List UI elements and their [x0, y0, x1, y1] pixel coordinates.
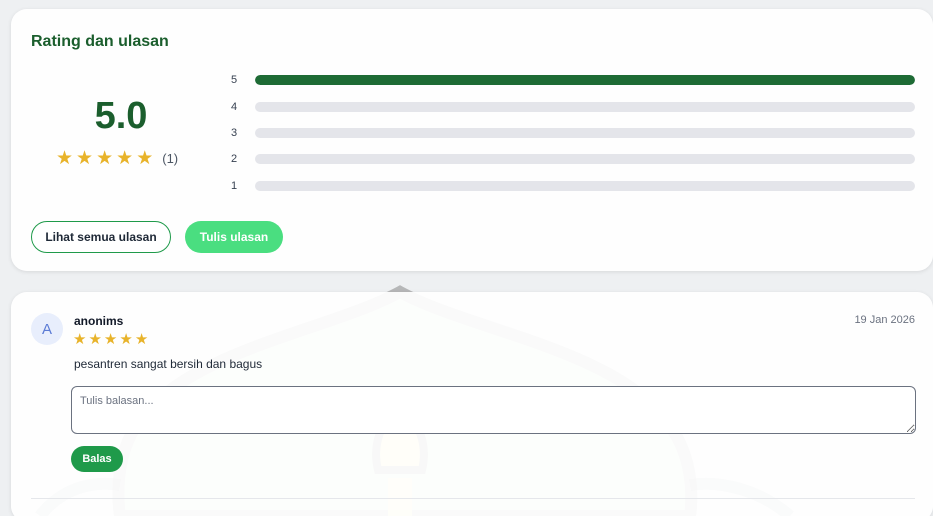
star-icon: ★ — [56, 148, 74, 169]
average-stars: ★ ★ ★ ★ ★ (1) — [56, 149, 178, 168]
distribution-bar — [255, 128, 915, 138]
distribution-label: 2 — [231, 153, 238, 165]
review-text: pesantren sangat bersih dan bagus — [74, 357, 263, 371]
distribution-label: 4 — [231, 101, 238, 113]
distribution-bar — [255, 181, 915, 191]
review-date: 19 Jan 2026 — [854, 314, 915, 326]
distribution-row-1: 1 — [231, 179, 915, 193]
star-icon: ★ — [76, 148, 94, 169]
review-count: (1) — [162, 151, 179, 166]
distribution-row-3: 3 — [231, 126, 915, 140]
distribution-bar — [255, 102, 915, 112]
reply-input[interactable] — [71, 386, 916, 434]
star-icon: ★ — [88, 331, 102, 348]
reply-button[interactable]: Balas — [71, 446, 123, 472]
distribution-bar — [255, 154, 915, 164]
average-score: 5.0 — [94, 95, 148, 137]
distribution-bar — [255, 75, 915, 85]
avatar: A — [31, 313, 63, 345]
review-stars: ★ ★ ★ ★ ★ — [73, 332, 150, 347]
see-all-reviews-button[interactable]: Lihat semua ulasan — [31, 221, 171, 253]
write-review-button[interactable]: Tulis ulasan — [185, 221, 283, 253]
rating-title: Rating dan ulasan — [31, 33, 169, 50]
star-icon: ★ — [119, 331, 133, 348]
star-icon: ★ — [103, 331, 118, 348]
rating-summary-card: Rating dan ulasan 5.0 ★ ★ ★ ★ ★ (1) 5 4 … — [11, 9, 933, 271]
distribution-label: 3 — [231, 127, 238, 139]
star-icon: ★ — [96, 148, 114, 169]
star-icon: ★ — [73, 331, 87, 348]
distribution-row-2: 2 — [231, 152, 915, 166]
distribution-row-4: 4 — [231, 100, 915, 114]
review-card: A anonims 19 Jan 2026 ★ ★ ★ ★ ★ pesantre… — [11, 292, 933, 516]
star-icon: ★ — [116, 148, 134, 169]
distribution-row-5: 5 — [231, 73, 915, 87]
distribution-label: 5 — [231, 74, 238, 86]
star-icon: ★ — [134, 331, 149, 348]
reviewer-name: anonims — [74, 314, 124, 328]
distribution-label: 1 — [231, 180, 238, 192]
divider — [31, 498, 915, 499]
star-icon: ★ — [136, 148, 154, 169]
distribution-fill — [255, 75, 915, 85]
